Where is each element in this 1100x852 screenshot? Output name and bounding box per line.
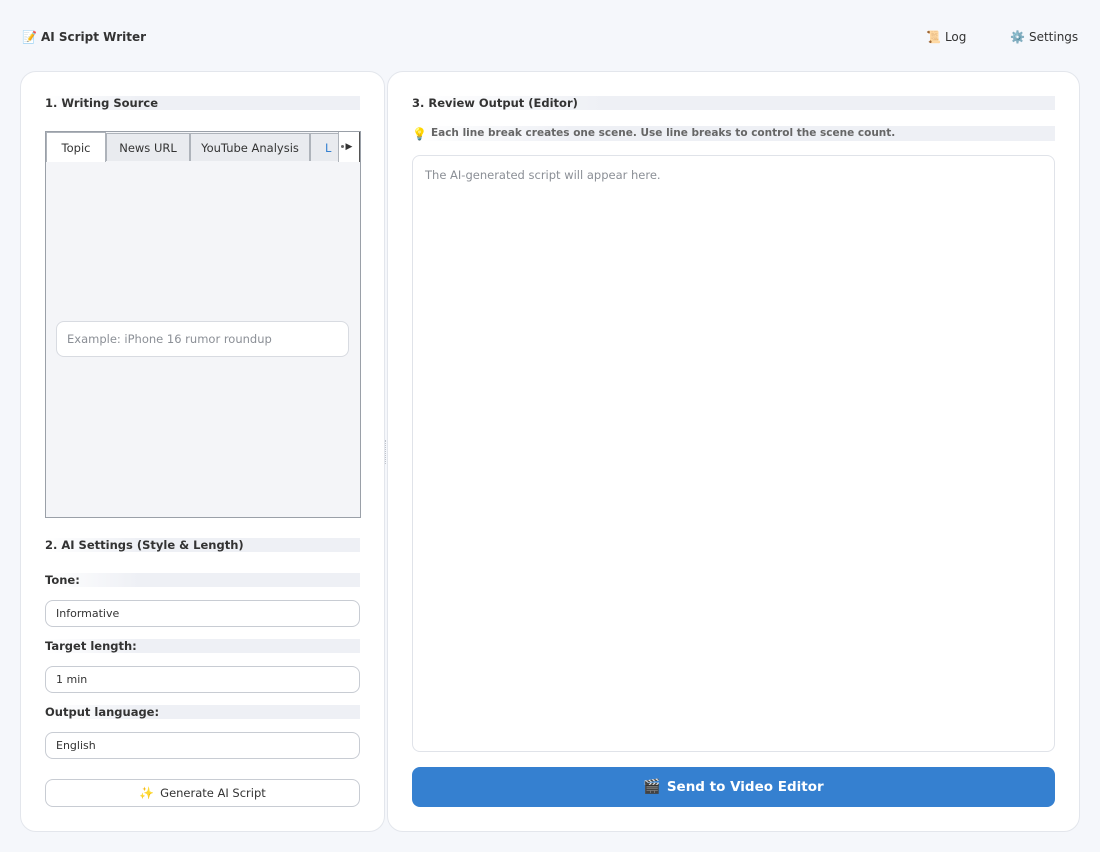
app-title: 📝 AI Script Writer <box>22 30 146 44</box>
tab-youtube-analysis[interactable]: YouTube Analysis <box>190 133 310 161</box>
language-select[interactable]: English <box>45 732 360 759</box>
tone-select[interactable]: Informative <box>45 600 360 627</box>
scroll-dot <box>341 145 344 148</box>
tab-partial[interactable]: L <box>310 133 340 161</box>
chevron-right-icon: ▶ <box>345 142 353 152</box>
memo-icon: 📝 <box>22 30 37 44</box>
scroll-icon: 📜 <box>926 30 941 44</box>
tab-topic[interactable]: Topic <box>46 132 106 162</box>
tab-news-url[interactable]: News URL <box>106 133 190 161</box>
language-label: Output language: <box>45 705 360 719</box>
writing-source-panel: 1. Writing Source Topic News URL YouTube… <box>20 71 385 832</box>
source-tabs: Topic News URL YouTube Analysis L ▶ <box>45 131 361 518</box>
top-bar: 📝 AI Script Writer 📜 Log ⚙️ Settings <box>0 0 1100 72</box>
clapperboard-icon: 🎬 <box>643 779 661 795</box>
sparkles-icon: ✨ <box>139 786 155 800</box>
review-output-panel: 3. Review Output (Editor) 💡 Each line br… <box>387 71 1080 832</box>
ai-settings-title: 2. AI Settings (Style & Length) <box>45 538 360 552</box>
log-label: Log <box>944 30 967 44</box>
tab-scroll-right-button[interactable]: ▶ <box>338 132 360 162</box>
length-select[interactable]: 1 min <box>45 666 360 693</box>
topic-input[interactable] <box>56 321 349 357</box>
hint-text: Each line break creates one scene. Use l… <box>430 127 896 139</box>
script-editor[interactable] <box>412 155 1055 752</box>
tab-bar: Topic News URL YouTube Analysis L ▶ <box>46 132 360 162</box>
length-label: Target length: <box>45 639 360 653</box>
settings-button[interactable]: ⚙️ Settings <box>1010 30 1078 44</box>
send-to-video-editor-button[interactable]: 🎬 Send to Video Editor <box>412 767 1055 807</box>
writing-source-title: 1. Writing Source <box>45 96 360 110</box>
lightbulb-icon: 💡 <box>412 126 427 141</box>
scene-hint: 💡 Each line break creates one scene. Use… <box>412 126 1055 141</box>
gear-icon: ⚙️ <box>1010 30 1025 44</box>
generate-script-button[interactable]: ✨ Generate AI Script <box>45 779 360 807</box>
send-label: Send to Video Editor <box>666 779 824 795</box>
tone-label: Tone: <box>45 573 360 587</box>
app-title-text: AI Script Writer <box>40 30 147 44</box>
generate-label: Generate AI Script <box>160 786 266 800</box>
review-output-title: 3. Review Output (Editor) <box>412 96 1055 110</box>
settings-label: Settings <box>1028 30 1079 44</box>
log-button[interactable]: 📜 Log <box>926 30 966 44</box>
